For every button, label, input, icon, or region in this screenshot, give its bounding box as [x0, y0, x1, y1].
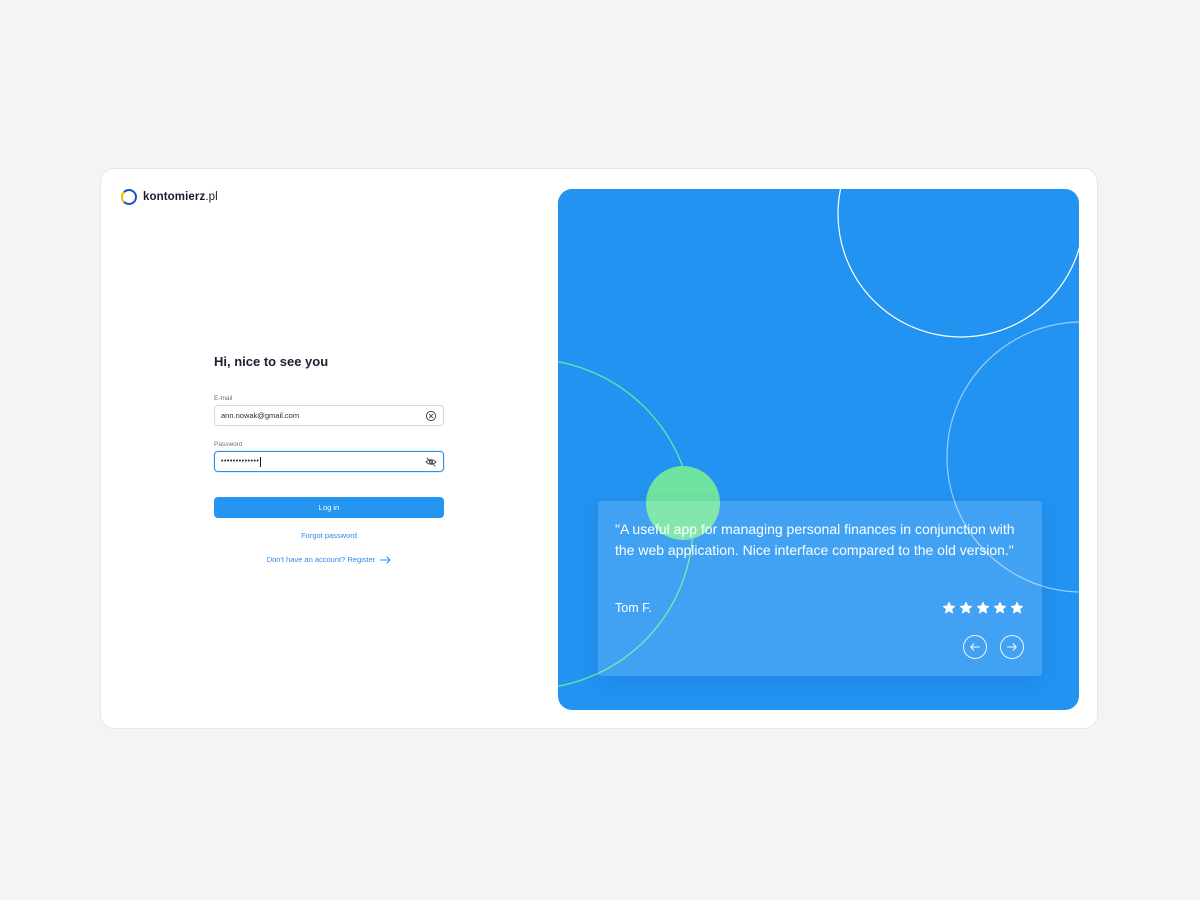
star-icon [993, 601, 1007, 614]
password-field[interactable]: ••••••••••••• [214, 451, 444, 472]
password-value: ••••••••••••• [221, 458, 260, 465]
arrow-right-icon [380, 555, 391, 564]
testimonial-panel: "A useful app for managing personal fina… [558, 189, 1079, 710]
testimonial-quote: "A useful app for managing personal fina… [615, 521, 1015, 558]
star-icon [1010, 601, 1024, 614]
forgot-password-link[interactable]: Forgot password [301, 531, 357, 540]
login-form: Hi, nice to see you E-mail ann.nowak@gma… [214, 354, 444, 564]
page-title: Hi, nice to see you [214, 354, 329, 369]
email-label: E-mail [214, 395, 233, 402]
text-caret [260, 456, 262, 467]
arrow-left-icon [970, 643, 980, 651]
rating-stars [942, 601, 1024, 615]
login-card: kontomierz.pl Hi, nice to see you E-mail… [100, 168, 1098, 729]
top-right-circle [837, 189, 1079, 338]
testimonial-card: "A useful app for managing personal fina… [598, 501, 1042, 676]
password-label: Password [214, 441, 243, 448]
email-field[interactable]: ann.nowak@gmail.com [214, 405, 444, 426]
password-group: Password ••••••••••••• [214, 441, 444, 472]
register-link[interactable]: Don't have an account? Register [267, 555, 376, 564]
eye-off-icon[interactable] [425, 456, 437, 468]
arrow-right-icon [1007, 643, 1017, 651]
testimonial-author: Tom F. [615, 601, 652, 615]
logo-ring-icon [121, 189, 137, 205]
brand-logo[interactable]: kontomierz.pl [121, 189, 218, 205]
forgot-row: Forgot password [214, 518, 444, 543]
email-group: E-mail ann.nowak@gmail.com [214, 395, 444, 426]
star-icon [942, 601, 956, 614]
prev-testimonial-button[interactable] [963, 635, 987, 659]
register-link-row[interactable]: Don't have an account? Register [214, 555, 444, 564]
email-value: ann.nowak@gmail.com [221, 411, 300, 420]
clear-circle-icon[interactable] [425, 410, 437, 422]
star-icon [976, 601, 990, 614]
brand-name: kontomierz.pl [143, 191, 218, 203]
next-testimonial-button[interactable] [1000, 635, 1024, 659]
login-button[interactable]: Log in [214, 497, 444, 518]
star-icon [959, 601, 973, 614]
